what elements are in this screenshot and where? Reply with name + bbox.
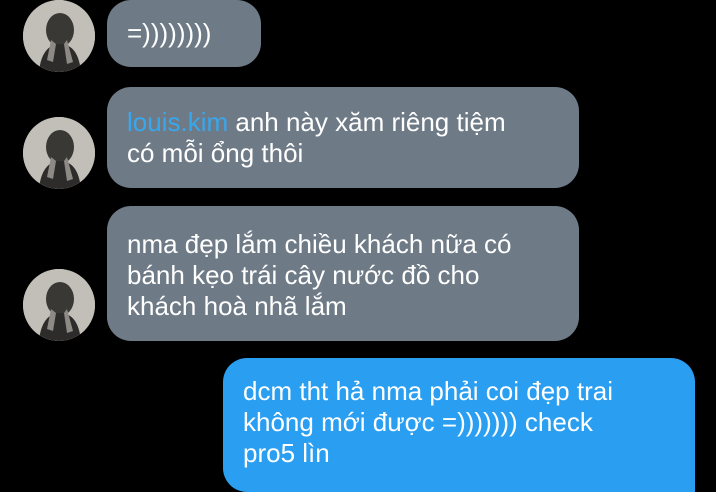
message-text: nma đẹp lắm chiều khách nữa có — [127, 229, 512, 259]
message-text: dcm tht hả nma phải coi đẹp trai — [243, 376, 613, 406]
message-bubble[interactable]: nma đẹp lắm chiều khách nữa có bánh kẹo … — [107, 206, 579, 341]
message-bubble-sent[interactable]: dcm tht hả nma phải coi đẹp trai không m… — [223, 358, 695, 492]
message-bubble[interactable]: =)))))))) — [107, 0, 261, 67]
user-mention-link[interactable]: louis.kim — [127, 107, 228, 137]
message-text: có mỗi ổng thôi — [127, 138, 304, 168]
sender-avatar[interactable] — [23, 117, 95, 189]
message-text: khách hoà nhã lắm — [127, 291, 347, 321]
sender-avatar[interactable] — [23, 269, 95, 341]
person-photo-icon — [23, 117, 95, 189]
message-bubble[interactable]: louis.kim anh này xăm riêng tiệm có mỗi … — [107, 87, 579, 188]
person-photo-icon — [23, 0, 95, 72]
message-text: không mới được =))))))) check — [243, 407, 593, 437]
sender-avatar[interactable] — [23, 0, 95, 72]
person-photo-icon — [23, 269, 95, 341]
message-text: =)))))))) — [127, 18, 212, 48]
message-text: pro5 lìn — [243, 438, 330, 468]
message-text: bánh kẹo trái cây nước đồ cho — [127, 260, 480, 290]
message-text: anh này xăm riêng tiệm — [228, 107, 506, 137]
